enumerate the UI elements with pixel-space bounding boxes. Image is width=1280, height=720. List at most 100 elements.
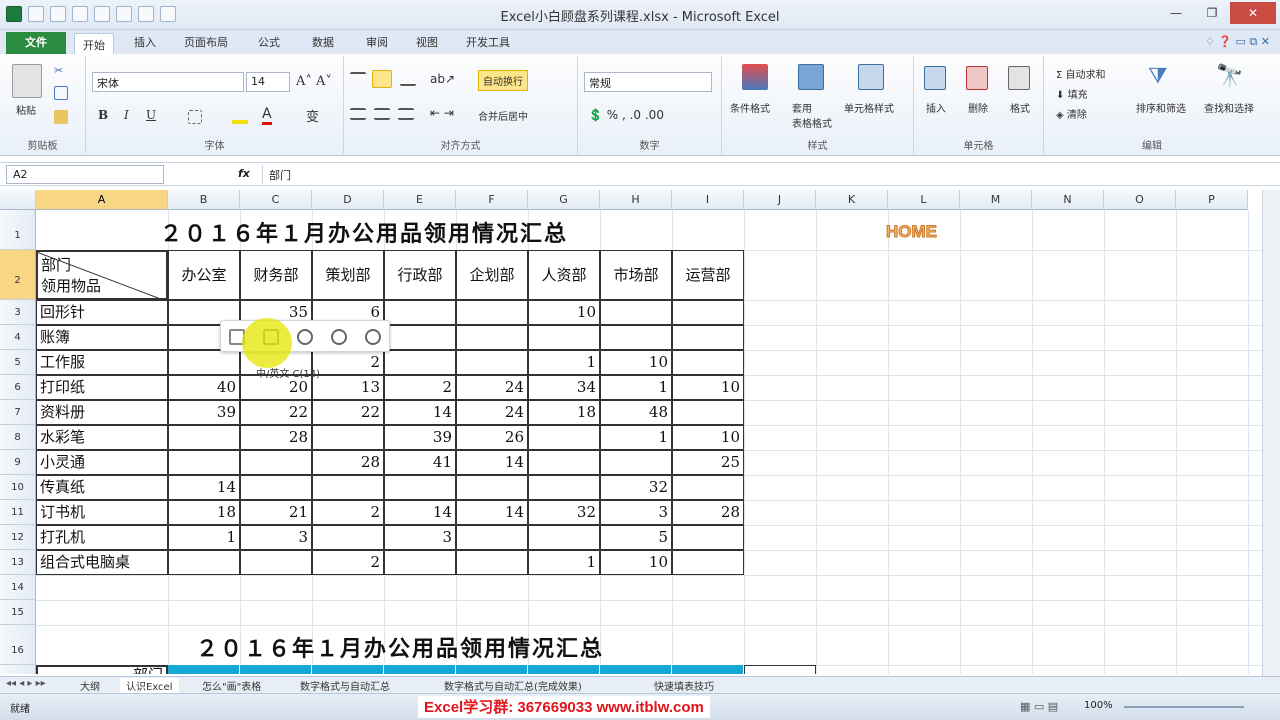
format-painter-icon[interactable] <box>54 110 68 124</box>
column-header[interactable]: H <box>600 190 672 210</box>
table2-blank-cell[interactable] <box>744 665 816 674</box>
value-cell[interactable] <box>312 475 384 500</box>
column-header[interactable]: O <box>1104 190 1176 210</box>
value-cell[interactable] <box>384 475 456 500</box>
dept-header-cell[interactable]: 财务部 <box>240 250 312 300</box>
value-cell[interactable]: 18 <box>528 400 600 425</box>
value-cell[interactable]: 3 <box>600 500 672 525</box>
value-cell[interactable] <box>168 350 240 375</box>
value-cell[interactable] <box>672 325 744 350</box>
diagonal-header-cell[interactable]: 部门 领用物品 <box>36 250 168 300</box>
zoom-slider[interactable] <box>1124 706 1244 708</box>
find-select-button[interactable]: 查找和选择 <box>1204 100 1254 115</box>
value-cell[interactable]: 14 <box>384 500 456 525</box>
column-header[interactable]: N <box>1032 190 1104 210</box>
value-cell[interactable]: 24 <box>456 375 528 400</box>
border-icon[interactable] <box>188 110 202 124</box>
item-name-cell[interactable]: 打孔机 <box>36 525 168 550</box>
row-header[interactable]: 17 <box>0 665 36 674</box>
row-header[interactable]: 14 <box>0 575 36 600</box>
value-cell[interactable] <box>456 525 528 550</box>
tab-data[interactable]: 数据 <box>312 34 334 50</box>
column-header[interactable]: P <box>1176 190 1248 210</box>
column-header[interactable]: D <box>312 190 384 210</box>
value-cell[interactable]: 2 <box>384 375 456 400</box>
table2-header-cell[interactable] <box>528 665 599 674</box>
tab-review[interactable]: 审阅 <box>366 34 388 50</box>
column-header[interactable]: G <box>528 190 600 210</box>
value-cell[interactable] <box>384 300 456 325</box>
value-cell[interactable] <box>384 550 456 575</box>
value-cell[interactable]: 40 <box>168 375 240 400</box>
align-center-icon[interactable] <box>374 108 390 120</box>
table-style-button[interactable]: 套用 表格格式 <box>792 100 832 130</box>
value-cell[interactable] <box>672 525 744 550</box>
delete-button[interactable]: 删除 <box>968 100 988 115</box>
align-left-icon[interactable] <box>350 108 366 120</box>
worksheet-grid[interactable]: ABCDEFGHIJKLMNOP123456789101112131415161… <box>0 190 1262 674</box>
table2-header-cell[interactable] <box>168 665 239 674</box>
row-header[interactable]: 12 <box>0 525 36 550</box>
row-header[interactable]: 8 <box>0 425 36 450</box>
value-cell[interactable] <box>168 550 240 575</box>
sort-filter-icon[interactable]: ⧩ <box>1148 64 1168 89</box>
item-name-cell[interactable]: 工作服 <box>36 350 168 375</box>
align-right-icon[interactable] <box>398 108 414 120</box>
value-cell[interactable]: 24 <box>456 400 528 425</box>
value-cell[interactable] <box>168 450 240 475</box>
row-header[interactable]: 4 <box>0 325 36 350</box>
formula-input[interactable]: 部门 <box>262 165 1250 184</box>
zoom-level[interactable]: 100% <box>1084 700 1113 711</box>
close-button[interactable]: ✕ <box>1230 2 1276 24</box>
value-cell[interactable] <box>168 425 240 450</box>
dept-header-cell[interactable]: 策划部 <box>312 250 384 300</box>
value-cell[interactable]: 18 <box>168 500 240 525</box>
value-cell[interactable]: 32 <box>600 475 672 500</box>
underline-icon[interactable]: U <box>146 108 156 122</box>
help-icon[interactable]: ♢ ❓ ▭ ⧉ ✕ <box>1205 35 1270 49</box>
format-button[interactable]: 格式 <box>1010 100 1030 115</box>
font-color-icon[interactable]: A <box>262 106 272 125</box>
value-cell[interactable] <box>672 550 744 575</box>
value-cell[interactable]: 14 <box>384 400 456 425</box>
table2-header-cell[interactable] <box>456 665 527 674</box>
column-header[interactable]: J <box>744 190 816 210</box>
fill-color-icon[interactable] <box>232 110 248 124</box>
item-name-cell[interactable]: 账簿 <box>36 325 168 350</box>
mini-toolbar-icon[interactable] <box>297 329 313 345</box>
value-cell[interactable]: 14 <box>168 475 240 500</box>
phonetic-icon[interactable]: 变 <box>306 106 319 125</box>
sheet-tab-format-done[interactable]: 数字格式与自动汇总(完成效果) <box>444 678 582 693</box>
value-cell[interactable]: 22 <box>240 400 312 425</box>
dept-header-cell[interactable]: 市场部 <box>600 250 672 300</box>
value-cell[interactable]: 14 <box>456 500 528 525</box>
column-header[interactable]: M <box>960 190 1032 210</box>
column-header[interactable]: A <box>36 190 168 210</box>
insert-cells-icon[interactable] <box>924 66 946 90</box>
value-cell[interactable] <box>456 475 528 500</box>
value-cell[interactable]: 28 <box>240 425 312 450</box>
name-box[interactable]: A2 <box>6 165 164 184</box>
value-cell[interactable]: 10 <box>600 550 672 575</box>
sheet-nav-icon[interactable]: ◂◂ ◂ ▸ ▸▸ <box>6 678 46 689</box>
merge-center-button[interactable]: 合并后居中 <box>478 108 528 123</box>
row-header[interactable]: 16 <box>0 625 36 665</box>
restore-button[interactable]: ❐ <box>1194 2 1230 24</box>
item-name-cell[interactable]: 打印纸 <box>36 375 168 400</box>
row-header[interactable]: 9 <box>0 450 36 475</box>
minimize-button[interactable]: — <box>1158 2 1194 24</box>
font-size-combo[interactable]: 14 <box>246 72 290 92</box>
value-cell[interactable] <box>600 325 672 350</box>
indent-icon[interactable]: ⇤ ⇥ <box>430 106 454 120</box>
column-header[interactable]: C <box>240 190 312 210</box>
view-buttons[interactable]: ▦ ▭ ▤ <box>1020 700 1058 713</box>
value-cell[interactable]: 39 <box>168 400 240 425</box>
value-cell[interactable]: 1 <box>600 425 672 450</box>
value-cell[interactable]: 10 <box>672 425 744 450</box>
row-header[interactable]: 6 <box>0 375 36 400</box>
wrap-text-button[interactable]: 自动换行 <box>478 70 528 91</box>
tab-file[interactable]: 文件 <box>6 32 66 54</box>
tab-formulas[interactable]: 公式 <box>258 34 280 50</box>
value-cell[interactable] <box>528 325 600 350</box>
number-format-combo[interactable]: 常规 <box>584 72 712 92</box>
